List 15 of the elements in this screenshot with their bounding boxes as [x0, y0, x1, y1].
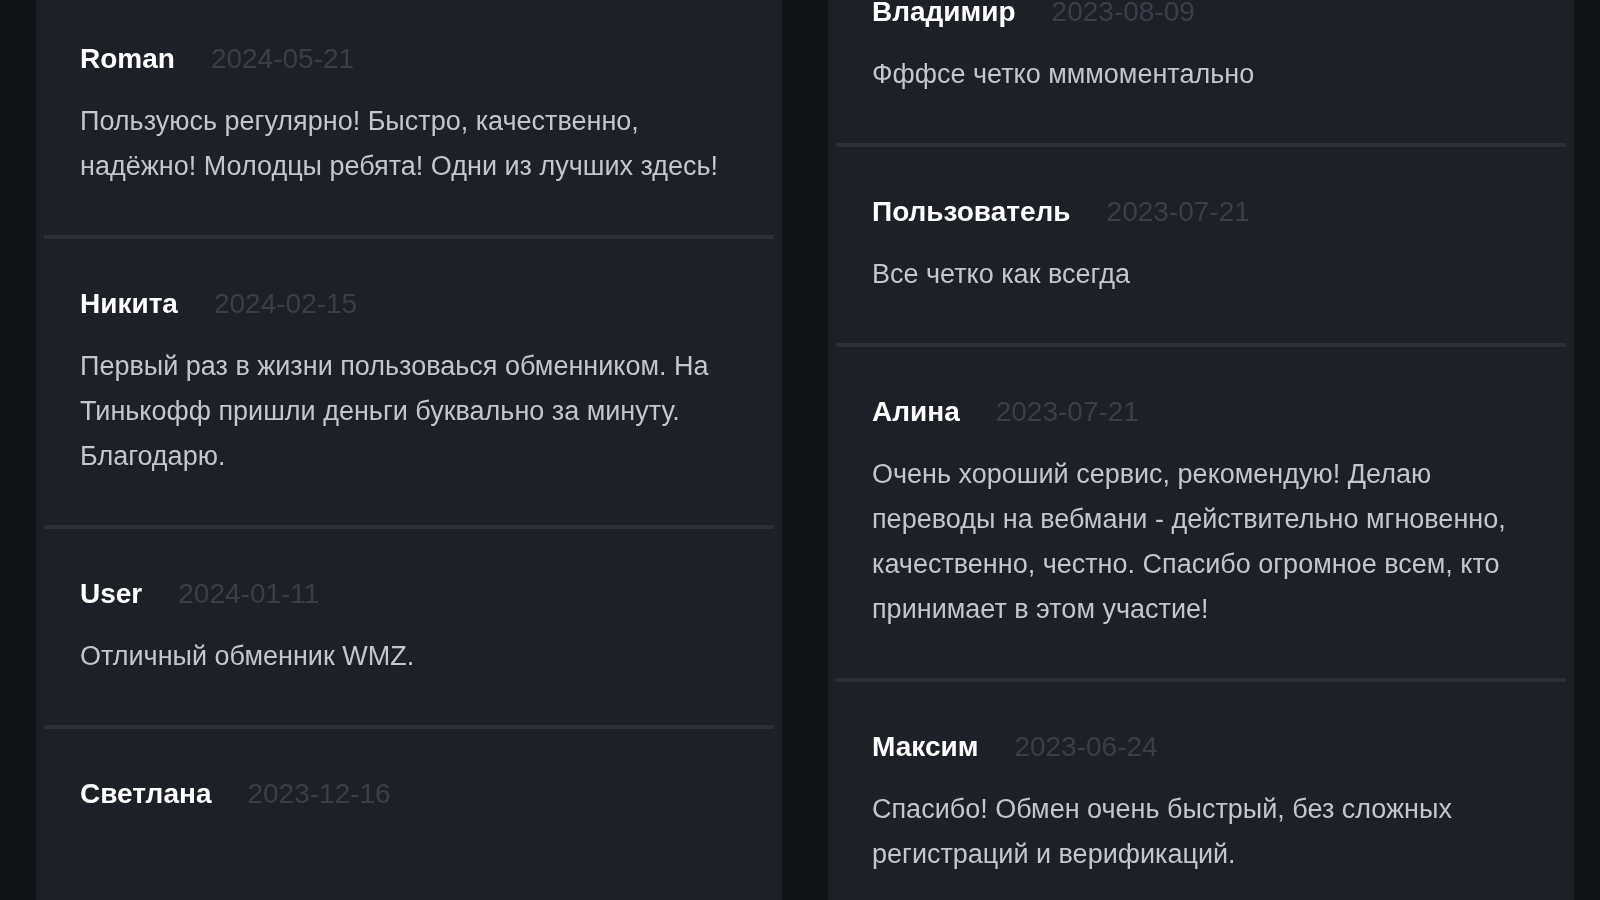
review-text: Пользуюсь регулярно! Быстро, качественно, надёжно! Молодцы ребята! Одни из лучших здесь!: [80, 105, 720, 183]
reviewer-name: Алина: [872, 395, 960, 429]
reviewer-name: Roman: [80, 42, 175, 76]
reviewer-name: Никита: [80, 287, 178, 321]
review-text: Все четко как всегда: [872, 258, 1131, 291]
reviewer-name: Пользователь: [872, 195, 1071, 229]
review-text: Первый раз в жизни пользоваься обменником. На Тинькофф пришли деньги буквально за минуту. Благодарю.: [80, 350, 710, 473]
reviewer-name: Светлана: [80, 777, 212, 811]
review-text: Спасибо! Обмен очень быстрый, без сложных регистраций и верификаций.: [872, 793, 1453, 871]
review-text: Отличный обменник WMZ.: [80, 640, 416, 673]
reviewer-name: Максим: [872, 730, 979, 764]
reviewer-name: User: [80, 577, 143, 611]
review-text: Фффсе четко мммоментально: [872, 58, 1256, 91]
review-text: Очень хороший сервис, рекомендую! Делаю переводы на вебмани - действительно мгновенно, качественно, честно. Спасибо огромное всем, кто принимает в этом участие!: [872, 458, 1507, 626]
reviewer-name: Владимир: [872, 0, 1016, 29]
